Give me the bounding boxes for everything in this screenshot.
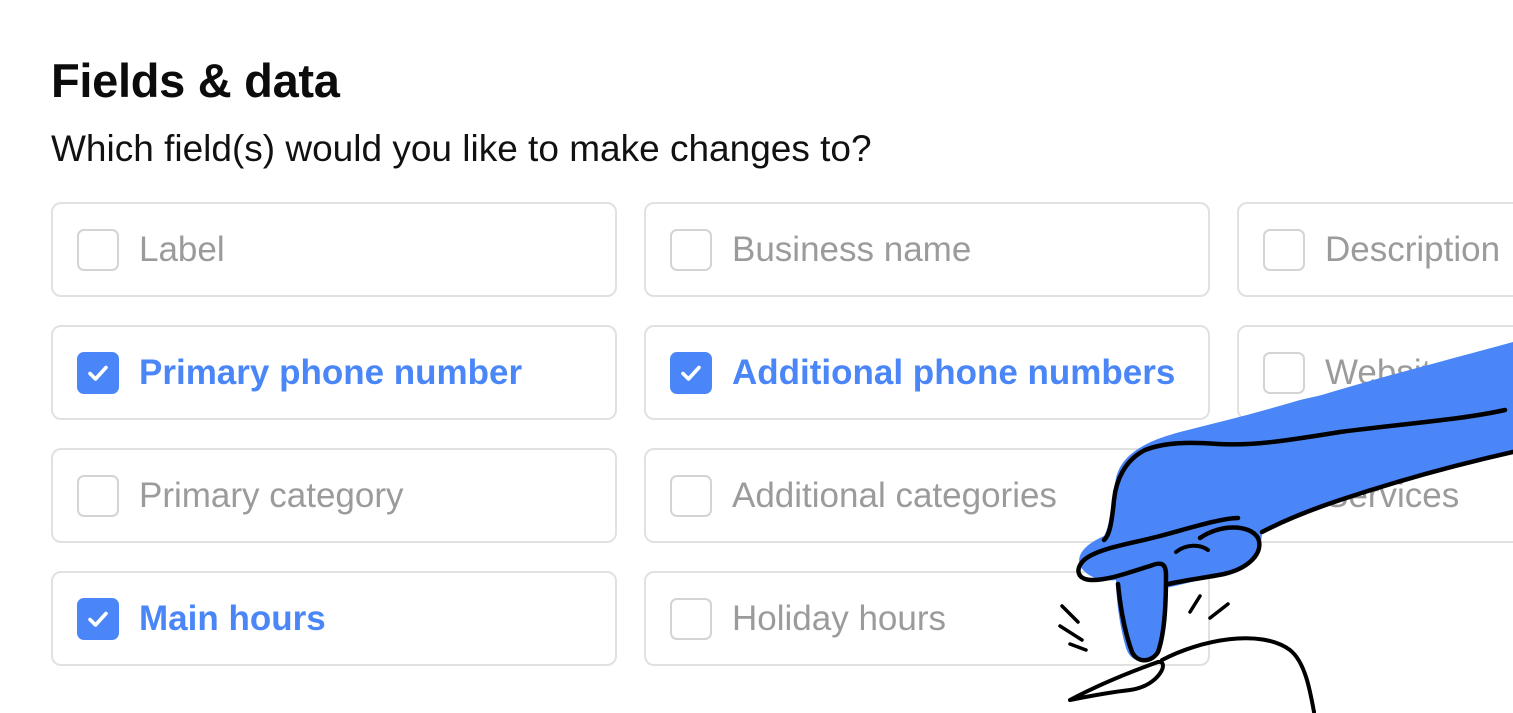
fields-data-panel: Fields & data Which field(s) would you l… [0, 0, 1513, 713]
option-label-text: Holiday hours [732, 598, 946, 638]
option-label-text: Additional categories [732, 475, 1057, 515]
checkbox[interactable] [670, 474, 712, 517]
checkmark-icon [681, 365, 701, 381]
checkbox[interactable] [77, 228, 119, 271]
option-holiday-hours[interactable]: Holiday hours [644, 571, 1210, 666]
option-primary-phone-number[interactable]: Primary phone number [51, 325, 617, 420]
checkbox[interactable] [1263, 351, 1305, 394]
option-label-text: Website [1325, 352, 1451, 392]
checkmark-icon [88, 365, 108, 381]
option-label-text: Description [1325, 229, 1501, 269]
option-primary-category[interactable]: Primary category [51, 448, 617, 543]
option-additional-categories[interactable]: Additional categories [644, 448, 1210, 543]
option-label-text: Business name [732, 229, 972, 269]
option-label-text: Additional phone numbers [732, 352, 1176, 392]
checkbox[interactable] [670, 351, 712, 394]
option-additional-phone-numbers[interactable]: Additional phone numbers [644, 325, 1210, 420]
checkbox[interactable] [77, 474, 119, 517]
option-main-hours[interactable]: Main hours [51, 571, 617, 666]
checkbox[interactable] [670, 597, 712, 640]
option-label[interactable]: Label [51, 202, 617, 297]
option-label-text: Primary category [139, 475, 404, 515]
checkbox[interactable] [77, 351, 119, 394]
surface-outline [1068, 660, 1165, 702]
checkbox[interactable] [1263, 474, 1305, 517]
checkmark-icon [88, 611, 108, 627]
option-label-text: Primary phone number [139, 352, 523, 392]
option-business-name[interactable]: Business name [644, 202, 1210, 297]
option-website[interactable]: Website [1237, 325, 1513, 420]
checkbox[interactable] [670, 228, 712, 271]
option-label-text: Main hours [139, 598, 326, 638]
option-description[interactable]: Description [1237, 202, 1513, 297]
checkbox[interactable] [77, 597, 119, 640]
option-services[interactable]: Services [1237, 448, 1513, 543]
checkbox[interactable] [1263, 228, 1305, 271]
field-question: Which field(s) would you like to make ch… [51, 128, 872, 169]
field-options-grid: Label Business name Description Primary … [51, 202, 1513, 666]
option-label-text: Label [139, 229, 225, 269]
page-title: Fields & data [51, 54, 340, 107]
option-label-text: Services [1325, 475, 1460, 515]
